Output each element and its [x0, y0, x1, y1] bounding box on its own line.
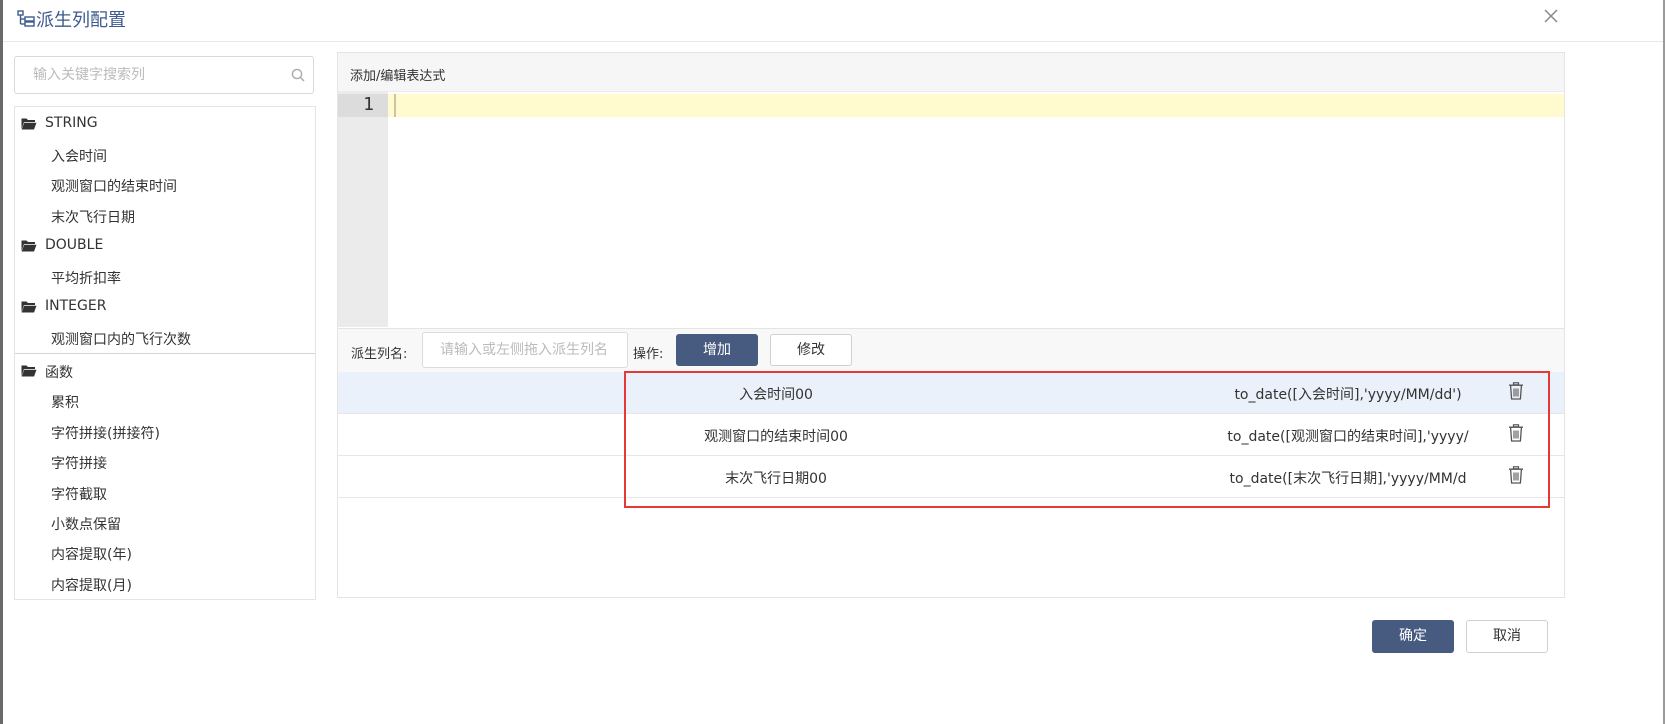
editor-header: 添加/编辑表达式 [338, 53, 1564, 92]
expression-row[interactable]: 入会时间00 to_date([入会时间],'yyyy/MM/dd') [338, 372, 1564, 414]
column-tree: STRING 入会时间观测窗口的结束时间 末次飞行日期 DOUBLE 平均折扣率 INTE… [14, 106, 316, 600]
derived-name-label: 派生列名: [351, 347, 408, 362]
tree-column-item[interactable]: 字符拼接(拼接符) [51, 423, 160, 443]
code-gutter: 1 [338, 92, 388, 327]
expression-row[interactable]: 末次飞行日期00 to_date([末次飞行日期],'yyyy/MM/d [338, 456, 1564, 498]
folder-open-icon [21, 240, 37, 252]
tree-column-item[interactable]: 累积 [51, 392, 79, 412]
tree-column-item[interactable]: 小数点保留 [51, 514, 121, 534]
tree-column-item[interactable]: 观测窗口内的飞行次数 [51, 329, 191, 349]
folder-open-icon [21, 365, 37, 377]
trash-icon[interactable] [1508, 424, 1524, 442]
tree-folder[interactable]: STRING [15, 109, 315, 139]
tree-folder-label: INTEGER [45, 298, 107, 314]
dialog-header: 派生列配置 [3, 0, 1663, 42]
line-number: 1 [338, 94, 388, 117]
tree-folder[interactable]: INTEGER [15, 292, 315, 322]
expression-name: 入会时间00 [739, 387, 813, 403]
line-number-text: 1 [363, 94, 374, 115]
edit-button[interactable]: 修改 [770, 334, 852, 366]
tree-folder-label: 函数 [45, 365, 73, 381]
window-left-edge [0, 0, 3, 724]
code-editor[interactable] [388, 92, 1564, 327]
search-icon[interactable] [291, 68, 305, 82]
confirm-button[interactable]: 确定 [1372, 620, 1454, 653]
operation-label: 操作: [633, 347, 664, 362]
tree-column-item[interactable]: 平均折扣率 [51, 268, 121, 288]
tree-column-item[interactable]: 内容提取(月) [51, 575, 132, 595]
folder-open-icon [21, 301, 37, 313]
derived-name-input[interactable] [422, 332, 628, 368]
expression-formula: to_date([入会时间],'yyyy/MM/dd') [1234, 387, 1462, 403]
expression-row[interactable]: 观测窗口的结束时间00 to_date([观测窗口的结束时间],'yyyy/ [338, 414, 1564, 456]
trash-icon[interactable] [1508, 466, 1524, 484]
expression-name: 末次飞行日期00 [725, 471, 827, 487]
expression-name: 观测窗口的结束时间00 [704, 429, 848, 445]
expression-formula: to_date([末次飞行日期],'yyyy/MM/d [1229, 471, 1467, 487]
derived-column-form: 派生列名: 操作: 增加 修改 [338, 328, 1564, 372]
tree-column-item[interactable]: 末次飞行日期 [51, 207, 135, 227]
tree-folder[interactable]: DOUBLE [15, 231, 315, 261]
tree-folder-label: DOUBLE [45, 237, 104, 253]
close-icon[interactable] [1541, 6, 1561, 26]
expression-formula: to_date([观测窗口的结束时间],'yyyy/ [1227, 429, 1469, 445]
column-search-box [14, 56, 314, 94]
tree-column-item[interactable]: 内容提取(年) [51, 544, 132, 564]
active-line [388, 94, 1564, 117]
folder-open-icon [21, 118, 37, 130]
tree-column-item[interactable]: 入会时间 [51, 146, 107, 166]
list-tree-icon [17, 10, 35, 27]
expression-editor-panel: 添加/编辑表达式 1 派生列名: 操作: 增加 修改 入会时间00 to_date… [337, 52, 1565, 598]
text-caret [394, 94, 396, 117]
tree-divider [15, 353, 315, 354]
tree-column-item[interactable]: 观测窗口的结束时间 [51, 176, 177, 196]
cancel-button[interactable]: 取消 [1466, 620, 1548, 653]
editor-header-label: 添加/编辑表达式 [350, 69, 446, 84]
dialog-title: 派生列配置 [36, 10, 126, 31]
tree-folder-label: STRING [45, 115, 98, 131]
column-search-input[interactable] [15, 57, 283, 93]
tree-folder[interactable]: 函数 [15, 356, 315, 386]
add-button[interactable]: 增加 [676, 334, 758, 366]
tree-column-item[interactable]: 字符截取 [51, 484, 107, 504]
trash-icon[interactable] [1508, 382, 1524, 400]
tree-column-item[interactable]: 字符拼接 [51, 453, 107, 473]
